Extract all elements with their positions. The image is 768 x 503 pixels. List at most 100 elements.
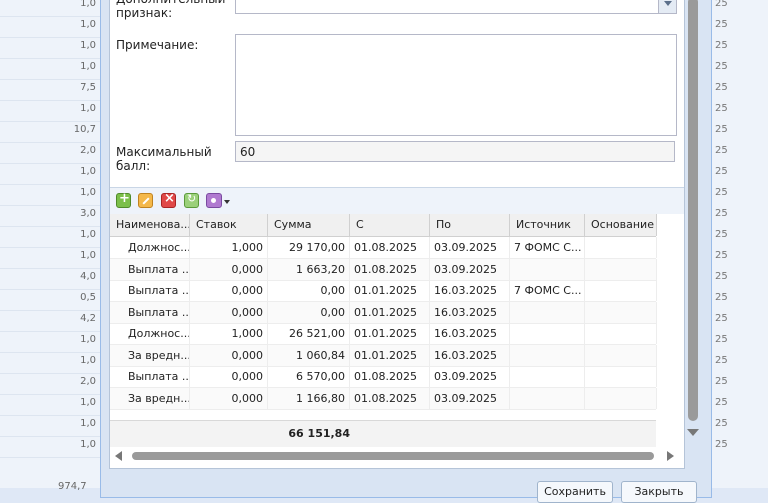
background-value: 25 [715,19,728,30]
table-cell: 01.08.2025 [350,387,430,409]
delete-icon[interactable] [161,191,176,208]
table-cell: 26 521,00 [268,323,350,344]
grid-summary-row: 66 151,84 [110,420,656,447]
table-cell: 03.09.2025 [430,258,510,280]
background-total: 974,7 [58,481,87,492]
table-cell [510,301,585,323]
grid-toolbar [110,187,684,215]
background-value: 1,0 [80,229,96,240]
horizontal-scrollbar[interactable] [110,448,684,464]
note-textarea[interactable] [235,34,677,136]
table-cell: 01.01.2025 [350,280,430,301]
table-cell: 16.03.2025 [430,280,510,301]
scroll-left-icon[interactable] [115,451,122,461]
column-header[interactable]: Основание [585,214,657,236]
table-row[interactable]: Выплата ... 0,000 0,00 01.01.2025 16.03.2025… [110,280,657,302]
column-header[interactable]: Сумма [268,214,350,236]
column-header[interactable]: С [350,214,430,236]
background-value: 25 [715,124,728,135]
table-cell: Выплата ... [110,301,190,323]
background-row: 1,0 [0,436,100,458]
background-row: 1,0 [0,163,100,185]
caret-down-icon[interactable] [224,200,230,204]
edit-icon[interactable] [138,193,153,208]
background-row: 1,0 [0,58,100,80]
table-row[interactable]: Выплата ... 0,000 6 570,00 01.08.2025 03.09.… [110,366,657,388]
background-row: 1,0 [0,415,100,437]
background-row: 1,0 [0,16,100,38]
edit-dialog: Дополнительныйпризнак: Примечание: Макси… [100,0,712,498]
table-row[interactable]: За вредн... 0,000 1 166,80 01.08.2025 03.09.… [110,387,657,410]
table-cell: 16.03.2025 [430,301,510,323]
table-cell: 01.08.2025 [350,258,430,280]
menu-icon[interactable] [206,193,222,208]
background-value: 1,0 [80,439,96,450]
table-cell: 03.09.2025 [430,237,510,258]
scroll-thumb[interactable] [132,452,654,460]
column-header[interactable]: Источник [510,214,585,236]
background-value: 4,0 [80,271,96,282]
table-cell [510,344,585,366]
table-cell: 16.03.2025 [430,344,510,366]
table-cell: Выплата ... [110,280,190,301]
table-cell: 6 570,00 [268,366,350,387]
background-value: 25 [715,103,728,114]
table-cell [585,301,657,323]
background-row: 1,0 [0,331,100,353]
background-value: 25 [715,187,728,198]
background-value: 25 [715,313,728,324]
background-row: 3,0 [0,205,100,227]
table-cell [510,387,585,409]
background-row: 1,0 [0,100,100,122]
table-row[interactable]: За вредн... 0,000 1 060,84 01.01.2025 16.03.… [110,344,657,367]
table-row[interactable]: Должнос... 1,000 29 170,00 01.08.2025 03.09.… [110,237,657,259]
background-value: 2,0 [80,376,96,387]
table-row[interactable]: Выплата ... 0,000 0,00 01.01.2025 16.03.2025 [110,301,657,324]
table-cell: 1 663,20 [268,258,350,280]
background-value: 2,0 [80,145,96,156]
background-row: 1,0 [0,226,100,248]
table-cell: 03.09.2025 [430,387,510,409]
background-value: 25 [715,82,728,93]
background-value: 25 [715,418,728,429]
table-cell: 7 ФОМС С... [510,280,585,301]
vertical-scrollbar[interactable] [685,0,701,442]
table-cell: Выплата ... [110,366,190,387]
refresh-icon[interactable] [184,192,199,208]
note-label: Примечание: [116,38,199,52]
chevron-down-icon[interactable] [658,0,676,13]
scroll-down-icon[interactable] [687,429,699,436]
save-button[interactable]: Сохранить [537,481,613,503]
close-button[interactable]: Закрыть [621,481,697,503]
max-score-field[interactable]: 60 [235,141,675,162]
background-value: 1,0 [80,40,96,51]
table-cell: Должнос... [110,323,190,344]
table-row[interactable]: Должнос... 1,000 26 521,00 01.01.2025 16.03.… [110,323,657,345]
background-value: 1,0 [80,61,96,72]
background-value: 1,0 [80,250,96,261]
table-cell [585,387,657,409]
additional-attribute-combo[interactable] [235,0,677,14]
background-value: 1,0 [80,103,96,114]
column-header[interactable]: Наименова... [110,214,190,236]
column-header[interactable]: По [430,214,510,236]
table-cell: 01.01.2025 [350,344,430,366]
background-value: 1,0 [80,418,96,429]
table-cell: 1 166,80 [268,387,350,409]
column-header[interactable]: Ставок [190,214,268,236]
table-cell: Выплата ... [110,258,190,280]
background-row: 10,7 [0,121,100,143]
table-cell: 0,000 [190,301,268,323]
max-score-label: Максимальный балл: [116,145,212,173]
scroll-right-icon[interactable] [667,451,674,461]
background-row: 1,0 [0,37,100,59]
vertical-scroll-thumb[interactable] [688,0,698,421]
background-value: 25 [715,376,728,387]
background-row: 4,2 [0,310,100,332]
table-row[interactable]: Выплата ... 0,000 1 663,20 01.08.2025 03.09.… [110,258,657,281]
table-cell [585,237,657,258]
background-value: 25 [715,439,728,450]
table-cell: 7 ФОМС С... [510,237,585,258]
add-icon[interactable] [116,191,131,208]
table-cell [510,323,585,344]
